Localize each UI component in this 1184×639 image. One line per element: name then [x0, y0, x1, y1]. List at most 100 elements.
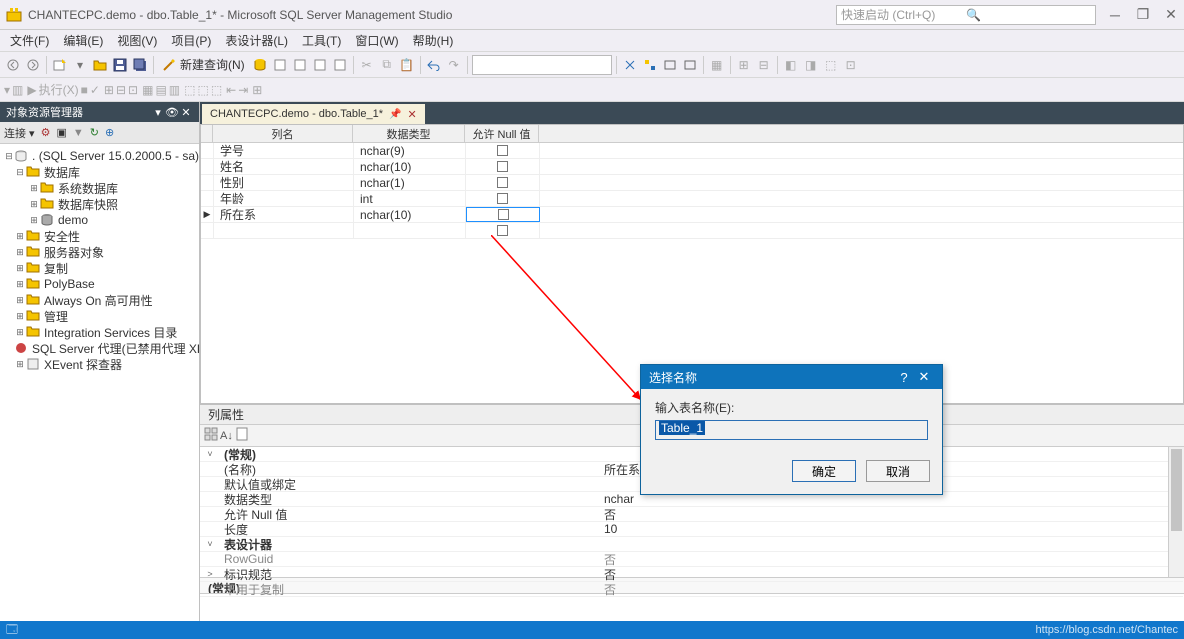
tb2-9[interactable]: ▦ — [142, 83, 153, 97]
db-query-icon[interactable] — [251, 56, 269, 74]
tb2-1[interactable]: ▾ — [4, 83, 10, 97]
tree-replication[interactable]: 复制 — [44, 260, 68, 277]
folder-icon[interactable] — [91, 56, 109, 74]
prop-value[interactable]: 10 — [600, 522, 1183, 536]
expand-icon[interactable]: ⊞ — [28, 199, 40, 209]
expand-icon[interactable]: ⊞ — [28, 215, 40, 225]
tool-icon-3[interactable] — [661, 56, 679, 74]
expand-icon[interactable]: ⊟ — [14, 167, 26, 177]
nav-back-icon[interactable] — [4, 56, 22, 74]
tool-icon-11[interactable]: ⊡ — [842, 56, 860, 74]
checkbox[interactable] — [497, 177, 508, 188]
menu-help[interactable]: 帮助(H) — [407, 30, 460, 51]
tool-icon-2[interactable] — [641, 56, 659, 74]
table-row[interactable]: 姓名nchar(10) — [201, 159, 1183, 175]
parse-icon[interactable]: ✓ — [90, 83, 100, 97]
tb2-10[interactable]: ▤ — [155, 83, 166, 97]
table-name-input[interactable]: Table_1 — [655, 420, 928, 440]
checkbox[interactable] — [498, 209, 509, 220]
redo-icon[interactable]: ↷ — [445, 56, 463, 74]
table-row[interactable]: ▶所在系nchar(10) — [201, 207, 1183, 223]
tree-security[interactable]: 安全性 — [44, 228, 80, 245]
copy-icon[interactable]: ⧉ — [378, 56, 396, 74]
dialog-close-icon[interactable]: ✕ — [914, 369, 934, 385]
checkbox[interactable] — [497, 145, 508, 156]
expand-icon[interactable]: ⊞ — [14, 327, 26, 337]
tree-databases[interactable]: 数据库 — [44, 164, 80, 181]
categorized-icon[interactable] — [204, 427, 218, 444]
menu-view[interactable]: 视图(V) — [111, 30, 163, 51]
tb2-14[interactable]: ⬚ — [211, 83, 222, 97]
tool-icon-10[interactable]: ⬚ — [822, 56, 840, 74]
tb2-17[interactable]: ⊞ — [252, 83, 262, 97]
explorer-tool-1[interactable]: ⚙ — [41, 126, 51, 139]
tool-icon-1[interactable] — [621, 56, 639, 74]
expand-icon[interactable]: ⊞ — [14, 231, 26, 241]
panel-pin-icon[interactable]: 👁 — [165, 106, 179, 119]
nav-fwd-icon[interactable] — [24, 56, 42, 74]
table-designer-grid[interactable]: 列名 数据类型 允许 Null 值 学号nchar(9) 姓名nchar(10)… — [200, 124, 1184, 404]
explorer-tool-5[interactable]: ⊕ — [105, 126, 114, 139]
tree-sysdb[interactable]: 系统数据库 — [58, 180, 118, 197]
tree-serverobjects[interactable]: 服务器对象 — [44, 244, 104, 261]
tb2-7[interactable]: ⊟ — [116, 83, 126, 97]
solution-combo[interactable] — [472, 55, 612, 75]
collapse-icon[interactable]: ˅ — [200, 449, 220, 459]
tree-polybase[interactable]: PolyBase — [44, 277, 95, 291]
tree-snapshots[interactable]: 数据库快照 — [58, 196, 118, 213]
dialog-help-icon[interactable]: ? — [894, 370, 914, 385]
tb2-2[interactable]: ▥ — [12, 83, 23, 97]
checkbox[interactable] — [497, 161, 508, 172]
paste-icon[interactable]: 📋 — [398, 56, 416, 74]
tb2-15[interactable]: ⇤ — [226, 83, 236, 97]
menu-edit[interactable]: 编辑(E) — [57, 30, 109, 51]
tree-demo[interactable]: demo — [58, 213, 88, 227]
tb2-12[interactable]: ⬚ — [184, 83, 195, 97]
undo-icon[interactable] — [425, 56, 443, 74]
prop-value[interactable]: 否 — [600, 506, 1183, 523]
expand-icon[interactable]: ⊞ — [28, 183, 40, 193]
explorer-tool-3[interactable]: ▼ — [73, 127, 84, 139]
tree-management[interactable]: 管理 — [44, 308, 68, 325]
expand-icon[interactable]: ⊞ — [14, 279, 26, 289]
tool-icon-6[interactable]: ⊞ — [735, 56, 753, 74]
panel-close-icon[interactable]: ✕ — [179, 106, 193, 119]
tb2-16[interactable]: ⇥ — [238, 83, 248, 97]
menu-table-designer[interactable]: 表设计器(L) — [219, 30, 294, 51]
restore-button[interactable]: ❐ — [1136, 8, 1150, 22]
tb2-11[interactable]: ▥ — [169, 83, 180, 97]
tb2-6[interactable]: ⊞ — [104, 83, 114, 97]
new-query-button[interactable]: 新建查询(N) — [158, 56, 249, 73]
scrollbar[interactable] — [1168, 447, 1184, 577]
dmx-icon[interactable] — [331, 56, 349, 74]
tree-agent[interactable]: SQL Server 代理(已禁用代理 XP) — [32, 340, 199, 357]
save-icon[interactable] — [111, 56, 129, 74]
mdx-icon[interactable] — [311, 56, 329, 74]
table-row[interactable]: 年龄int — [201, 191, 1183, 207]
connect-button[interactable]: 连接 ▾ — [4, 125, 35, 141]
tb2-8[interactable]: ⊡ — [128, 83, 138, 97]
checkbox[interactable] — [497, 193, 508, 204]
table-row-empty[interactable] — [201, 223, 1183, 239]
props-page-icon[interactable] — [235, 427, 249, 444]
xmla-icon[interactable] — [291, 56, 309, 74]
expand-icon[interactable]: ˃ — [200, 569, 220, 579]
tool-icon-4[interactable] — [681, 56, 699, 74]
execute-button[interactable]: 执行(X) — [39, 81, 79, 98]
open-icon[interactable]: ▾ — [71, 56, 89, 74]
tree-integration[interactable]: Integration Services 目录 — [44, 324, 177, 341]
ok-button[interactable]: 确定 — [792, 460, 856, 482]
expand-icon[interactable]: ⊞ — [14, 263, 26, 273]
cut-icon[interactable]: ✂ — [358, 56, 376, 74]
panel-dropdown-icon[interactable]: ▾ — [151, 106, 165, 119]
table-row[interactable]: 性别nchar(1) — [201, 175, 1183, 191]
tb2-13[interactable]: ⬚ — [197, 83, 208, 97]
menu-window[interactable]: 窗口(W) — [349, 30, 404, 51]
save-all-icon[interactable] — [131, 56, 149, 74]
menu-project[interactable]: 项目(P) — [165, 30, 217, 51]
checkbox[interactable] — [497, 225, 508, 236]
tree-alwayson[interactable]: Always On 高可用性 — [44, 292, 153, 309]
table-row[interactable]: 学号nchar(9) — [201, 143, 1183, 159]
cancel-button[interactable]: 取消 — [866, 460, 930, 482]
tree-root[interactable]: . (SQL Server 15.0.2000.5 - sa) — [32, 149, 199, 163]
